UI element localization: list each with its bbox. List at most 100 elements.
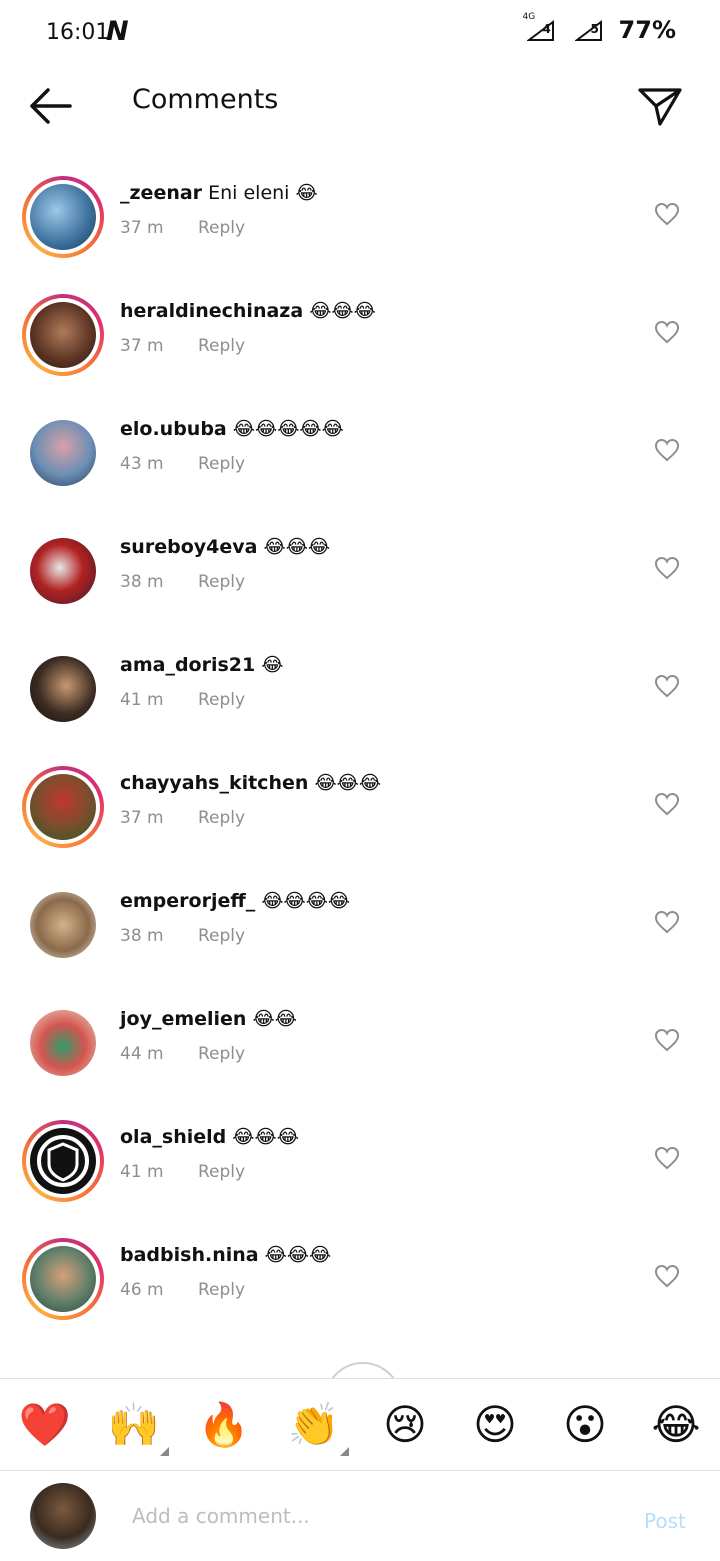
avatar-wrapper[interactable]: [22, 412, 104, 494]
comment-time: 41 m: [120, 690, 164, 710]
emoji-heart-button[interactable]: ❤️: [17, 1397, 73, 1453]
like-heart-icon[interactable]: [654, 792, 680, 816]
comment-text: Eni eleni: [208, 182, 290, 204]
comment-item: ola_shield 😂😂😂 41 m Reply: [0, 1102, 720, 1220]
avatar: [30, 184, 96, 250]
avatar: [30, 1128, 96, 1194]
comment-emojis: 😂😂😂😂😂: [232, 418, 344, 440]
sim1-label: 4: [542, 22, 551, 36]
avatar-wrapper[interactable]: [22, 1002, 104, 1084]
comment-input[interactable]: [120, 1491, 644, 1541]
avatar: [30, 1010, 96, 1076]
avatar: [30, 1246, 96, 1312]
like-heart-icon[interactable]: [654, 1028, 680, 1052]
avatar-story-ring[interactable]: [22, 1120, 104, 1202]
reply-button[interactable]: Reply: [198, 1162, 245, 1182]
comment-username[interactable]: emperorjeff_: [120, 890, 255, 912]
comment-username[interactable]: chayyahs_kitchen: [120, 772, 308, 794]
avatar-wrapper[interactable]: [22, 648, 104, 730]
like-heart-icon[interactable]: [654, 910, 680, 934]
paper-plane-icon: [638, 88, 682, 126]
comments-list: _zeenar Eni eleni 😂 37 m Reply heraldinec…: [0, 158, 720, 1338]
comment-username[interactable]: ama_doris21: [120, 654, 255, 676]
emoji-heart-eyes-button[interactable]: 😍: [467, 1397, 523, 1453]
comment-item: _zeenar Eni eleni 😂 37 m Reply: [0, 158, 720, 276]
sim2-signal-icon: 5: [571, 16, 609, 44]
comment-emojis: 😂😂😂: [232, 1126, 299, 1148]
comment-username[interactable]: joy_emelien: [120, 1008, 246, 1030]
reply-button[interactable]: Reply: [198, 926, 245, 946]
reply-button[interactable]: Reply: [198, 572, 245, 592]
avatar-story-ring[interactable]: [22, 294, 104, 376]
comment-emojis: 😂: [261, 654, 284, 676]
back-button[interactable]: [26, 84, 74, 128]
comment-time: 38 m: [120, 572, 164, 592]
sim1-signal-icon: 4G 4: [523, 12, 561, 44]
reply-button[interactable]: Reply: [198, 454, 245, 474]
like-heart-icon[interactable]: [654, 556, 680, 580]
like-heart-icon[interactable]: [654, 1264, 680, 1288]
status-bar: 16:01 N 4G 4 5 77%: [0, 0, 720, 66]
avatar: [30, 538, 96, 604]
reply-button[interactable]: Reply: [198, 336, 245, 356]
battery-level: 77%: [618, 16, 676, 44]
reply-button[interactable]: Reply: [198, 690, 245, 710]
comment-item: ama_doris21 😂 41 m Reply: [0, 630, 720, 748]
emoji-clap-button[interactable]: 👏: [286, 1397, 342, 1453]
comment-username[interactable]: sureboy4eva: [120, 536, 257, 558]
comment-time: 43 m: [120, 454, 164, 474]
comment-input-bar: Post: [0, 1470, 720, 1561]
comment-emojis: 😂: [295, 182, 318, 204]
skin-tone-indicator-icon: [340, 1447, 349, 1456]
emoji-fire-button[interactable]: 🔥: [196, 1397, 252, 1453]
comment-item: heraldinechinaza 😂😂😂 37 m Reply: [0, 276, 720, 394]
avatar: [30, 302, 96, 368]
comment-username[interactable]: _zeenar: [120, 182, 202, 204]
comment-time: 37 m: [120, 218, 164, 238]
like-heart-icon[interactable]: [654, 438, 680, 462]
post-button[interactable]: Post: [644, 1509, 686, 1533]
avatar-story-ring[interactable]: [22, 1238, 104, 1320]
status-indicators: 4G 4 5 77%: [523, 12, 676, 44]
avatar: [30, 774, 96, 840]
comment-username[interactable]: heraldinechinaza: [120, 300, 303, 322]
emoji-laughing-button[interactable]: 😂: [648, 1397, 704, 1453]
share-button[interactable]: [636, 82, 684, 130]
avatar: [30, 420, 96, 486]
header: Comments: [0, 66, 720, 146]
like-heart-icon[interactable]: [654, 674, 680, 698]
reply-button[interactable]: Reply: [198, 218, 245, 238]
comment-time: 44 m: [120, 1044, 164, 1064]
arrow-left-icon: [30, 88, 72, 124]
reply-button[interactable]: Reply: [198, 1044, 245, 1064]
avatar-wrapper[interactable]: [22, 530, 104, 612]
comment-time: 38 m: [120, 926, 164, 946]
comment-emojis: 😂😂😂: [314, 772, 382, 794]
like-heart-icon[interactable]: [654, 202, 680, 226]
avatar-wrapper[interactable]: [22, 884, 104, 966]
comment-emojis: 😂😂😂: [264, 1244, 332, 1266]
comment-emojis: 😂😂😂😂: [261, 890, 351, 912]
comment-time: 41 m: [120, 1162, 164, 1182]
reply-button[interactable]: Reply: [198, 808, 245, 828]
avatar-story-ring[interactable]: [22, 766, 104, 848]
emoji-reaction-bar: ❤️ 🙌 🔥 👏 😢 😍 😮 😂: [0, 1378, 720, 1471]
comment-item: badbish.nina 😂😂😂 46 m Reply: [0, 1220, 720, 1338]
comment-username[interactable]: elo.ububa: [120, 418, 227, 440]
comment-emojis: 😂😂😂: [309, 300, 376, 322]
emoji-raised-hands-button[interactable]: 🙌: [106, 1397, 162, 1453]
status-time: 16:01: [46, 20, 110, 45]
shield-logo-icon: [37, 1135, 89, 1187]
comment-username[interactable]: ola_shield: [120, 1126, 226, 1148]
emoji-crying-button[interactable]: 😢: [377, 1397, 433, 1453]
comment-emojis: 😂😂😂: [263, 536, 331, 558]
sim2-label: 5: [590, 22, 599, 36]
like-heart-icon[interactable]: [654, 320, 680, 344]
my-avatar: [30, 1483, 96, 1549]
like-heart-icon[interactable]: [654, 1146, 680, 1170]
page-title: Comments: [132, 84, 279, 115]
reply-button[interactable]: Reply: [198, 1280, 245, 1300]
comment-username[interactable]: badbish.nina: [120, 1244, 259, 1266]
emoji-surprised-button[interactable]: 😮: [557, 1397, 613, 1453]
avatar-story-ring[interactable]: [22, 176, 104, 258]
